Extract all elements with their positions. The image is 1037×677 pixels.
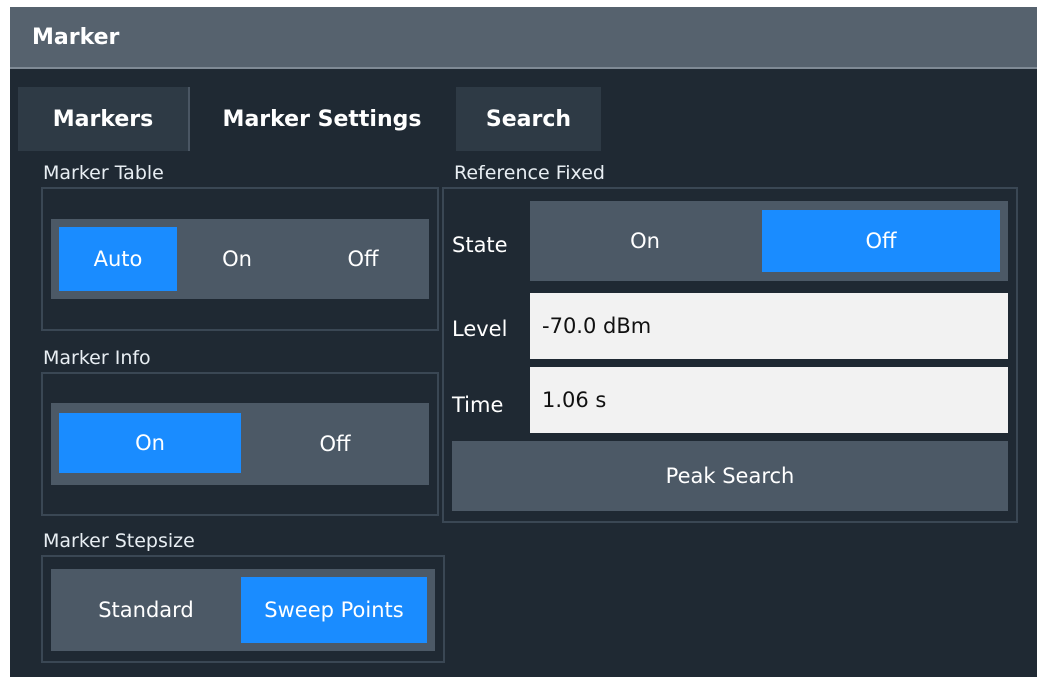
marker-info-toggle: On Off: [51, 403, 429, 485]
tab-search[interactable]: Search: [456, 87, 601, 151]
dialog-titlebar: Marker: [10, 7, 1037, 69]
time-label: Time: [452, 393, 504, 417]
level-label: Level: [452, 317, 508, 341]
reference-state-off-option[interactable]: Off: [762, 210, 1000, 272]
marker-table-on-option[interactable]: On: [177, 219, 297, 299]
level-input[interactable]: -70.0 dBm: [530, 293, 1008, 359]
dialog-title: Marker: [32, 25, 120, 50]
tab-markers[interactable]: Markers: [18, 87, 188, 151]
marker-stepsize-label: Marker Stepsize: [43, 530, 195, 552]
reference-state-on-option[interactable]: On: [530, 201, 760, 281]
peak-search-button[interactable]: Peak Search: [452, 441, 1008, 511]
tab-marker-settings[interactable]: Marker Settings: [190, 87, 454, 151]
marker-stepsize-standard-option[interactable]: Standard: [51, 569, 241, 651]
marker-table-auto-option[interactable]: Auto: [59, 227, 177, 291]
reference-fixed-label: Reference Fixed: [454, 162, 605, 184]
marker-table-off-option[interactable]: Off: [297, 219, 429, 299]
state-label: State: [452, 233, 508, 257]
marker-info-on-option[interactable]: On: [59, 413, 241, 473]
marker-table-toggle: Auto On Off: [51, 219, 429, 299]
reference-state-toggle: On Off: [530, 201, 1008, 281]
marker-dialog: Marker Markers Marker Settings Search Ma…: [10, 7, 1037, 677]
tab-content: Marker Table Auto On Off Marker Info On …: [18, 151, 1037, 677]
marker-table-label: Marker Table: [43, 162, 164, 184]
time-input[interactable]: 1.06 s: [530, 367, 1008, 433]
marker-info-label: Marker Info: [43, 347, 151, 369]
tab-strip: Markers Marker Settings Search: [18, 87, 1037, 151]
marker-stepsize-toggle: Standard Sweep Points: [51, 569, 435, 651]
marker-stepsize-sweep-points-option[interactable]: Sweep Points: [241, 577, 427, 643]
marker-info-off-option[interactable]: Off: [241, 403, 429, 485]
